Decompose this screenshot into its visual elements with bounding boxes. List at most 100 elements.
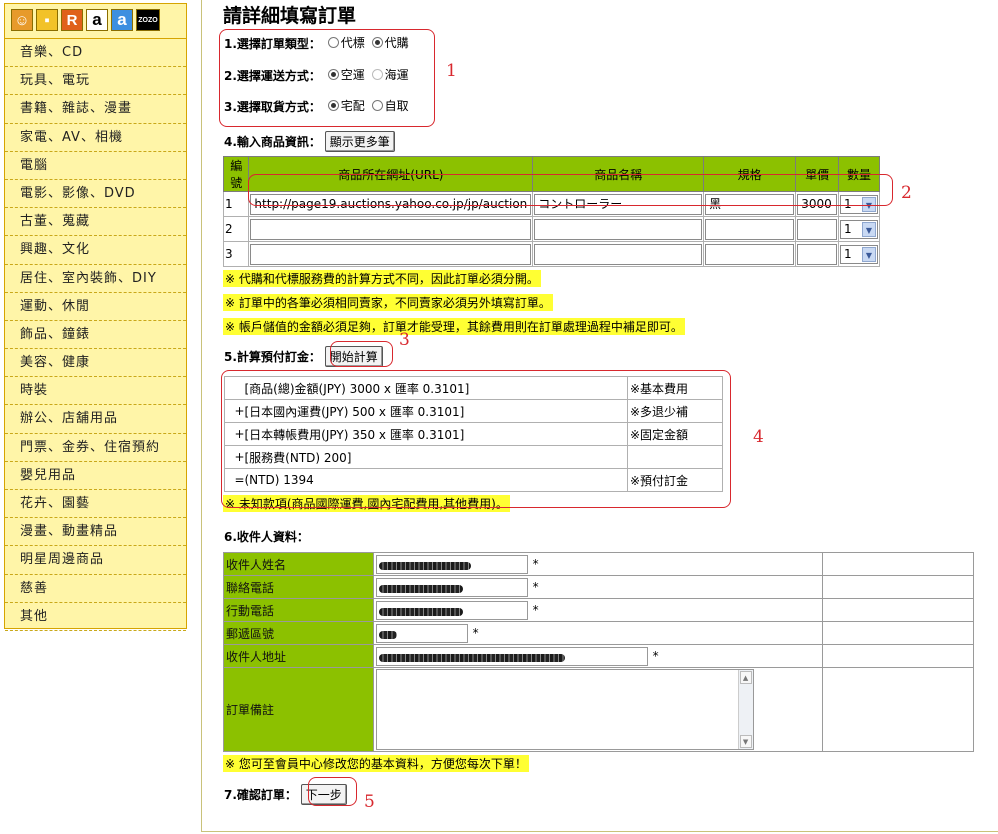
table-row: 郵遞區號 * — [223, 621, 974, 645]
empty-cell — [822, 575, 974, 599]
field-label: 訂單備註 — [223, 667, 374, 752]
table-row: 3 1 ▼ — [222, 241, 881, 267]
radio-button[interactable] — [327, 37, 339, 48]
empty-cell — [822, 598, 974, 622]
empty-cell — [822, 621, 974, 645]
mobile-input[interactable] — [375, 600, 528, 620]
price-input[interactable] — [797, 218, 837, 240]
quantity-value: 1 — [843, 247, 852, 261]
pickup-option-delivery[interactable]: 宅配 — [325, 97, 365, 114]
sidebar-item[interactable]: 美容、健康 — [5, 349, 186, 378]
sidebar-item[interactable]: 書籍、雜誌、漫畫 — [5, 95, 186, 124]
radio-button-selected[interactable] — [371, 37, 383, 48]
radio-button[interactable] — [371, 69, 383, 80]
products-label: 4.輸入商品資訊： — [224, 135, 321, 149]
chevron-down-icon[interactable]: ▼ — [861, 221, 876, 237]
order-type-option-bid[interactable]: 代標 — [325, 34, 365, 51]
product-name-input[interactable] — [534, 218, 703, 240]
confirm-label: 7.確認訂單： — [224, 788, 297, 802]
amazon-icon[interactable]: a — [86, 9, 108, 31]
radio-button[interactable] — [371, 100, 383, 111]
scrollbar[interactable]: ▲ ▼ — [737, 670, 753, 749]
recipient-table: 收件人姓名 * 聯絡電話 * 行動電話 * 郵遞區號 * 收件人地址 * 訂單備… — [223, 552, 974, 752]
empty-cell — [822, 644, 974, 668]
sidebar-item[interactable]: 運動、休閒 — [5, 293, 186, 321]
scroll-down-icon[interactable]: ▼ — [739, 735, 752, 748]
quantity-select[interactable]: 1 ▼ — [839, 219, 878, 239]
annotation-box-5 — [308, 777, 357, 806]
sidebar-item[interactable]: 飾品、鐘錶 — [5, 321, 186, 350]
spec-input[interactable] — [705, 243, 795, 265]
sidebar-item[interactable]: 嬰兒用品 — [5, 462, 186, 490]
order-remark-textarea[interactable]: ▲ ▼ — [375, 669, 754, 750]
sidebar-item[interactable]: 辦公、店舖用品 — [5, 405, 186, 434]
zip-code-input[interactable] — [375, 623, 468, 643]
sidebar-item[interactable]: 慈善 — [5, 575, 186, 603]
field-label: 收件人地址 — [223, 644, 374, 668]
site-icon-bar: ☺ ▪ R a a ZOZO — [5, 4, 186, 39]
header-no: 編號 — [222, 156, 250, 192]
scroll-up-icon[interactable]: ▲ — [739, 671, 752, 684]
notice-text: ※ 您可至會員中心修改您的基本資料，方便您每次下單！ — [223, 755, 529, 772]
amazon-jp-icon[interactable]: a — [111, 9, 133, 31]
field-label: 郵遞區號 — [223, 621, 374, 645]
quantity-select[interactable]: 1 ▼ — [839, 244, 878, 264]
pickup-row: 3.選擇取貨方式： 宅配 自取 — [224, 97, 409, 115]
required-mark: * — [652, 648, 659, 663]
show-more-button[interactable]: 顯示更多筆 — [324, 131, 395, 152]
sidebar-item[interactable]: 漫畫、動畫精品 — [5, 518, 186, 547]
empty-cell — [822, 552, 974, 576]
person-icon[interactable]: ☺ — [11, 9, 33, 31]
sidebar-item[interactable]: 興趣、文化 — [5, 236, 186, 265]
row-number: 3 — [222, 241, 250, 267]
product-name-input[interactable] — [534, 243, 703, 265]
order-form: 請詳細填寫訂單 1 1.選擇訂單類型： 代標 代購 2.選擇運送方式： 空運 海… — [201, 0, 998, 832]
table-row: 聯絡電話 * — [223, 575, 974, 599]
sidebar-item[interactable]: 音樂、CD — [5, 39, 186, 68]
category-list: 音樂、CD 玩具、電玩 書籍、雜誌、漫畫 家電、AV、相機 電腦 電影、影像、D… — [5, 39, 186, 631]
rakuten-icon[interactable]: R — [61, 9, 83, 31]
phone-input[interactable] — [375, 577, 528, 597]
sidebar-item[interactable]: 家電、AV、相機 — [5, 124, 186, 152]
option-label: 代購 — [384, 36, 409, 50]
chevron-down-icon[interactable]: ▼ — [861, 246, 876, 262]
sidebar-item[interactable]: 花卉、園藝 — [5, 490, 186, 519]
sidebar-item[interactable]: 其他 — [5, 603, 186, 631]
bag-icon[interactable]: ▪ — [36, 9, 58, 31]
field-label: 行動電話 — [223, 598, 374, 622]
product-table: 編號 商品所在網址(URL) 商品名稱 規格 單價 數量 1 http://pa… — [222, 156, 881, 267]
radio-button-selected[interactable] — [327, 69, 339, 80]
url-input[interactable] — [250, 243, 532, 265]
sidebar-item[interactable]: 玩具、電玩 — [5, 67, 186, 96]
sidebar-item[interactable]: 電影、影像、DVD — [5, 180, 186, 209]
price-input[interactable] — [797, 243, 837, 265]
empty-cell — [822, 667, 974, 752]
recipient-name-input[interactable] — [375, 554, 528, 574]
required-mark: * — [532, 556, 539, 571]
shipping-option-sea[interactable]: 海運 — [369, 66, 409, 83]
annotation-number-2: 2 — [901, 183, 912, 203]
estimate-label: 5.計算預付訂金： — [224, 350, 321, 364]
field-label: 收件人姓名 — [223, 552, 374, 576]
radio-button-selected[interactable] — [327, 100, 339, 111]
annotation-number-5: 5 — [364, 792, 375, 812]
field-label: 聯絡電話 — [223, 575, 374, 599]
spec-input[interactable] — [705, 218, 795, 240]
zozo-icon[interactable]: ZOZO — [136, 9, 160, 31]
option-label: 海運 — [384, 68, 409, 82]
sidebar-item[interactable]: 明星周邊商品 — [5, 546, 186, 575]
order-type-option-buy[interactable]: 代購 — [369, 34, 409, 51]
row-number: 1 — [222, 191, 250, 217]
shipping-option-air[interactable]: 空運 — [325, 66, 365, 83]
products-header: 4.輸入商品資訊： 顯示更多筆 — [224, 131, 395, 152]
sidebar-item[interactable]: 電腦 — [5, 152, 186, 180]
sidebar-item[interactable]: 古董、蒐藏 — [5, 208, 186, 237]
sidebar-item[interactable]: 時裝 — [5, 377, 186, 406]
sidebar-item[interactable]: 門票、金券、住宿預約 — [5, 434, 186, 462]
notice-text: ※ 訂單中的各筆必須相同賣家，不同賣家必須另外填寫訂單。 — [223, 294, 553, 311]
pickup-option-self[interactable]: 自取 — [369, 97, 409, 114]
address-input[interactable] — [375, 646, 648, 666]
option-label: 代標 — [340, 36, 365, 50]
sidebar-item[interactable]: 居住、室內裝飾、DIY — [5, 265, 186, 293]
url-input[interactable] — [250, 218, 532, 240]
